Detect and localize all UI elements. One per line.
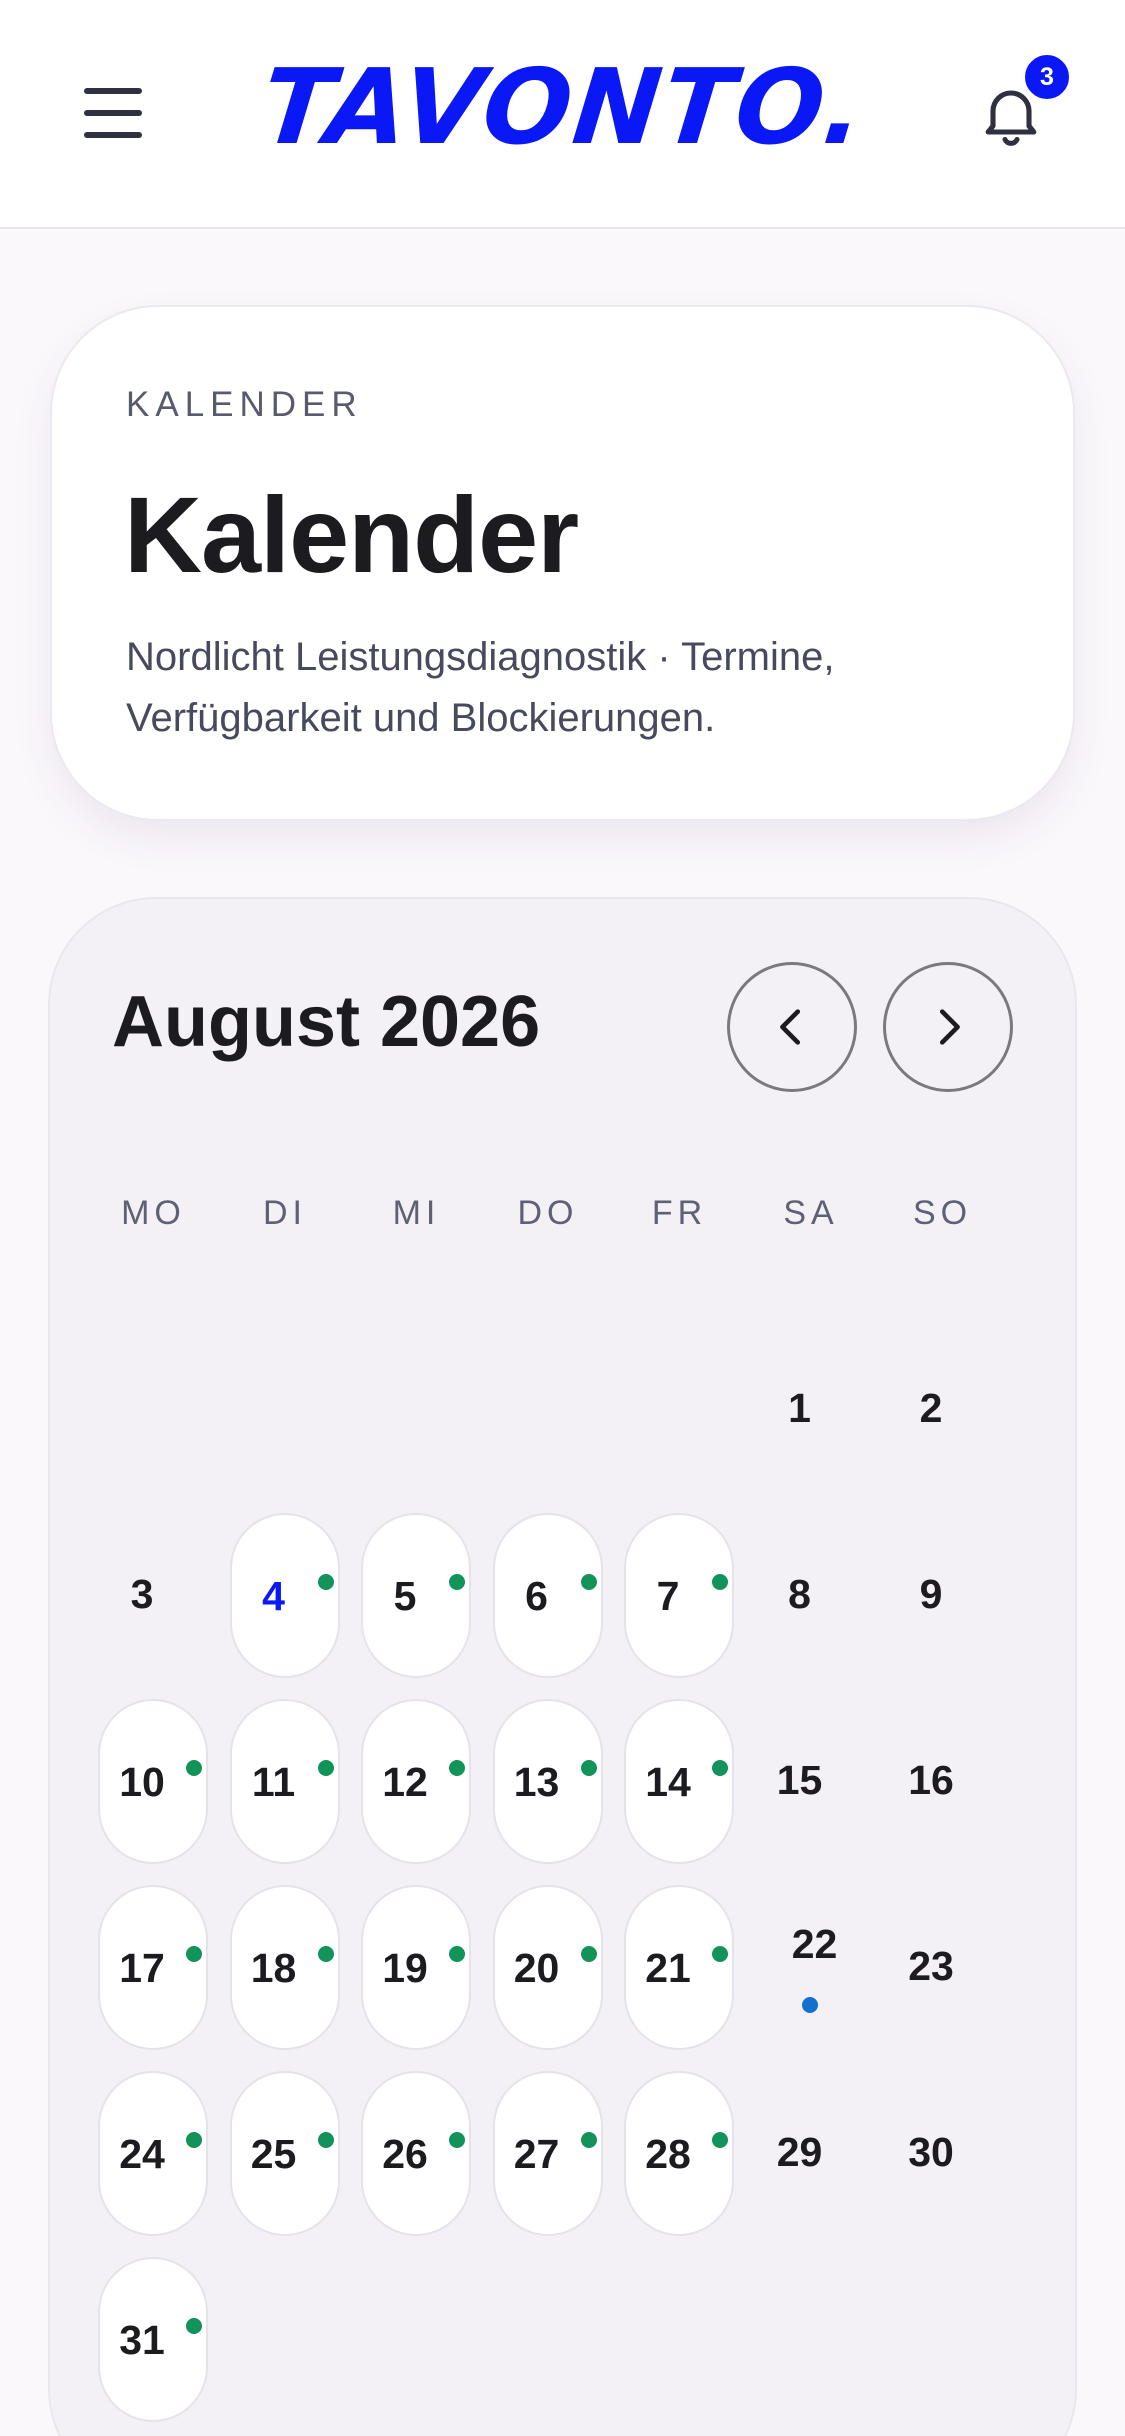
calendar-day-18[interactable]: 18: [229, 1885, 340, 2050]
month-calendar: August 2026 MO DI MI DO FR SA SO 1 2 3 4 5 6 7 8 9 10 11 1…: [48, 897, 1077, 2436]
availability-dot: [317, 1760, 334, 1776]
section-eyebrow: KALENDER: [126, 385, 363, 424]
day-number: 16: [908, 1757, 954, 1803]
calendar-day-21[interactable]: 21: [624, 1885, 734, 2050]
brand-logo[interactable]: TAVONTO.: [256, 46, 872, 168]
availability-dot: [580, 2132, 597, 2148]
calendar-day-27[interactable]: 27: [492, 2071, 603, 2236]
availability-dot: [317, 2132, 334, 2148]
calendar-day-24[interactable]: 24: [98, 2071, 208, 2236]
calendar-day-9[interactable]: 9: [887, 1513, 997, 1678]
availability-dot: [186, 2132, 202, 2148]
weekday-header-sa: SA: [783, 1194, 839, 1232]
calendar-day-23[interactable]: 23: [887, 1885, 997, 2050]
availability-dot: [712, 1574, 728, 1590]
calendar-day-28[interactable]: 28: [624, 2071, 734, 2236]
availability-dot: [449, 1946, 465, 1962]
availability-dot: [317, 1574, 334, 1590]
day-number: 2: [919, 1385, 943, 1431]
calendar-day-10[interactable]: 10: [98, 1699, 208, 1864]
calendar-day-8[interactable]: 8: [756, 1513, 866, 1678]
day-number: 23: [908, 1943, 954, 1989]
calendar-day-16[interactable]: 16: [887, 1699, 997, 1864]
availability-dot: [449, 1574, 465, 1590]
menu-icon-line: [84, 88, 142, 94]
calendar-day-22[interactable]: 22: [756, 1885, 866, 2050]
weekday-header-di: DI: [263, 1194, 307, 1232]
availability-dot: [580, 1946, 597, 1962]
calendar-day-2[interactable]: 2: [887, 1327, 997, 1492]
availability-dot: [317, 1946, 334, 1962]
top-bar: TAVONTO. 3: [0, 0, 1125, 229]
availability-dot: [712, 2132, 728, 2148]
hamburger-menu-button[interactable]: [74, 78, 152, 148]
day-number: 29: [776, 2129, 823, 2175]
availability-dot: [449, 2132, 465, 2148]
month-label: August 2026: [112, 982, 541, 1062]
calendar-day-15[interactable]: 15: [756, 1699, 866, 1864]
weekday-header-mi: MI: [392, 1194, 441, 1232]
calendar-day-1[interactable]: 1: [756, 1327, 866, 1492]
previous-month-button[interactable]: [727, 962, 857, 1092]
day-number: 9: [919, 1571, 943, 1617]
calendar-day-20[interactable]: 20: [492, 1885, 603, 2050]
calendar-day-30[interactable]: 30: [887, 2071, 997, 2236]
calendar-day-17[interactable]: 17: [98, 1885, 208, 2050]
calendar-day-11[interactable]: 11: [229, 1699, 340, 1864]
next-month-button[interactable]: [883, 962, 1013, 1092]
calendar-day-14[interactable]: 14: [624, 1699, 734, 1864]
day-number: 30: [908, 2129, 954, 2175]
calendar-day-12[interactable]: 12: [361, 1699, 471, 1864]
calendar-day-7[interactable]: 7: [624, 1513, 734, 1678]
calendar-day-25[interactable]: 25: [229, 2071, 340, 2236]
day-number: 1: [788, 1385, 811, 1431]
calendar-day-13[interactable]: 13: [492, 1699, 603, 1864]
notification-count-badge: 3: [1022, 52, 1072, 102]
calendar-day-31[interactable]: 31: [98, 2257, 208, 2422]
page-title: Kalender: [124, 474, 579, 595]
weekday-header-so: SO: [912, 1194, 973, 1232]
availability-dot: [186, 1760, 202, 1776]
day-number: 22: [791, 1921, 838, 1967]
availability-dot: [580, 1574, 597, 1590]
page-subtitle: Nordlicht Leistungsdiagnostik · Termine,…: [126, 635, 835, 740]
calendar-day-4[interactable]: 4: [229, 1513, 340, 1678]
availability-dot: [712, 1946, 728, 1962]
day-number: 8: [788, 1571, 811, 1617]
calendar-day-29[interactable]: 29: [756, 2071, 866, 2236]
calendar-day-19[interactable]: 19: [361, 1885, 471, 2050]
page-header-card: KALENDER Kalender Nordlicht Leistungsdia…: [50, 305, 1075, 821]
calendar-day-5[interactable]: 5: [361, 1513, 471, 1678]
weekday-header-fr: FR: [651, 1194, 708, 1232]
weekday-header-do: DO: [517, 1194, 579, 1232]
availability-dot: [186, 1946, 202, 1962]
menu-icon-line: [84, 110, 142, 116]
day-number: 15: [776, 1757, 823, 1803]
event-indicator-dot: [801, 1997, 818, 2013]
calendar-day-26[interactable]: 26: [361, 2071, 471, 2236]
day-number: 3: [130, 1571, 154, 1617]
availability-dot: [449, 1760, 465, 1776]
availability-dot: [712, 1760, 728, 1776]
availability-dot: [186, 2318, 202, 2334]
availability-dot: [580, 1760, 597, 1776]
weekday-header-mo: MO: [121, 1194, 186, 1232]
calendar-day-6[interactable]: 6: [492, 1513, 603, 1678]
calendar-day-3[interactable]: 3: [98, 1513, 208, 1678]
chevron-left-icon: [780, 1009, 801, 1045]
chevron-right-icon: [939, 1009, 960, 1045]
menu-icon-line: [84, 132, 142, 138]
